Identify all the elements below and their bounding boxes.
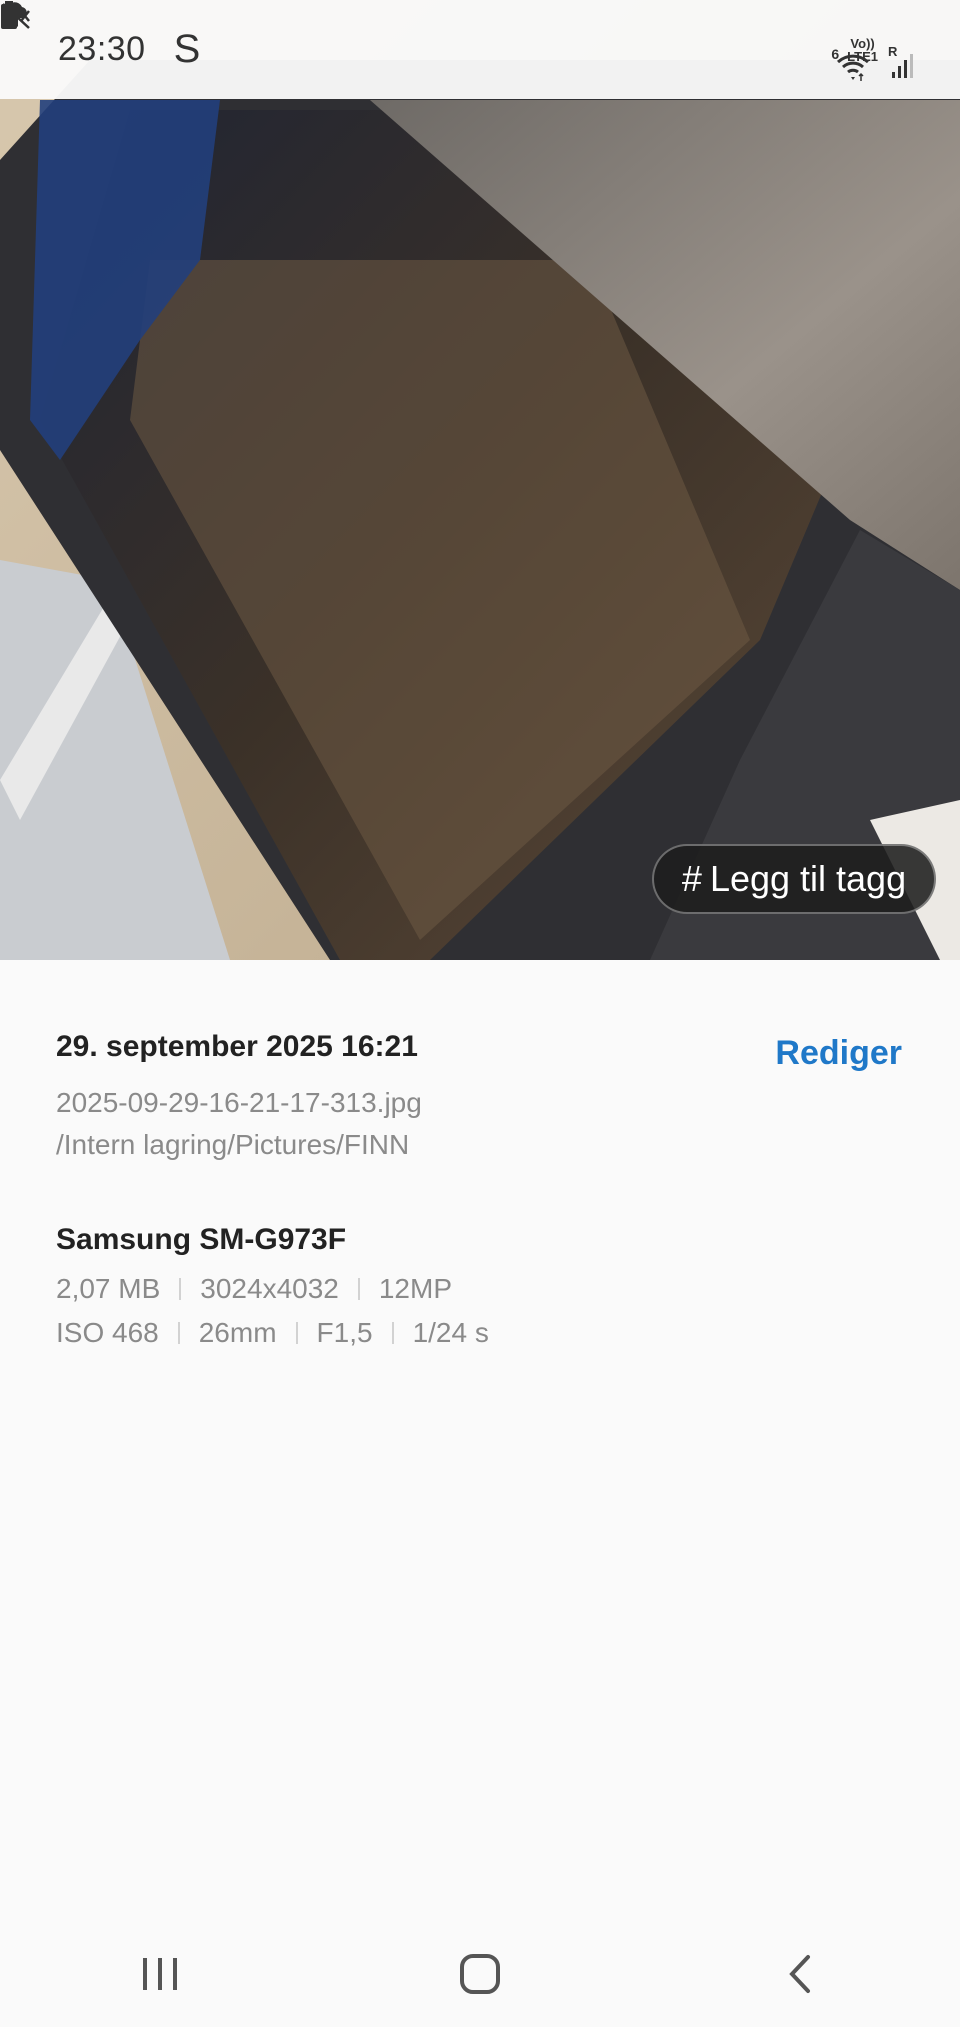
file-name: 2025-09-29-16-21-17-313.jpg — [56, 1087, 422, 1118]
back-icon — [789, 1954, 810, 1993]
status-time: 23:30 — [58, 30, 146, 68]
separator — [391, 1322, 394, 1344]
home-icon — [460, 1953, 500, 1994]
status-bar: 23:30 S 6 Vo)) LTE1 R — [0, 0, 960, 99]
focal-length: 26mm — [198, 1317, 277, 1348]
file-path: /Intern lagring/Pictures/FINN — [56, 1129, 410, 1160]
edit-button[interactable]: Rediger — [775, 1034, 902, 1073]
recent-apps-button[interactable] — [100, 1934, 220, 2014]
resolution: 3024x4032 — [200, 1273, 339, 1304]
details-panel: 29. september 2025 16:21 Rediger 2025-09… — [56, 1030, 904, 1349]
aperture: F1,5 — [316, 1317, 373, 1348]
photo-preview[interactable]: 23:30 S 6 Vo)) LTE1 R # Legg til tagg — [0, 0, 960, 960]
recent-apps-icon — [143, 1957, 177, 1990]
separator — [179, 1278, 182, 1300]
photo-date: 29. september 2025 16:21 — [56, 1030, 418, 1063]
app-letter-icon: S — [173, 27, 201, 71]
separator — [357, 1278, 360, 1300]
iso: ISO 468 — [56, 1317, 159, 1348]
separator — [295, 1322, 298, 1344]
add-tag-label: Legg til tagg — [709, 858, 907, 899]
device-name: Samsung SM-G973F — [56, 1223, 347, 1256]
navigation-bar — [0, 1920, 960, 2027]
file-info-row: 2,07 MB 3024x4032 12MP — [56, 1273, 904, 1305]
add-tag-button[interactable]: # Legg til tagg — [652, 844, 936, 914]
volte-label: Vo)) — [850, 35, 875, 51]
file-size: 2,07 MB — [56, 1273, 161, 1304]
photo-image — [0, 0, 960, 960]
separator — [177, 1322, 180, 1344]
roaming-label: R — [888, 43, 898, 59]
megapixels: 12MP — [378, 1273, 453, 1304]
hash-icon: # — [681, 858, 702, 899]
back-button[interactable] — [740, 1934, 860, 2014]
wifi-badge: 6 — [831, 45, 840, 62]
shutter-speed: 1/24 s — [412, 1317, 489, 1348]
home-button[interactable] — [420, 1934, 540, 2014]
camera-info-row: ISO 468 26mm F1,5 1/24 s — [56, 1317, 904, 1349]
